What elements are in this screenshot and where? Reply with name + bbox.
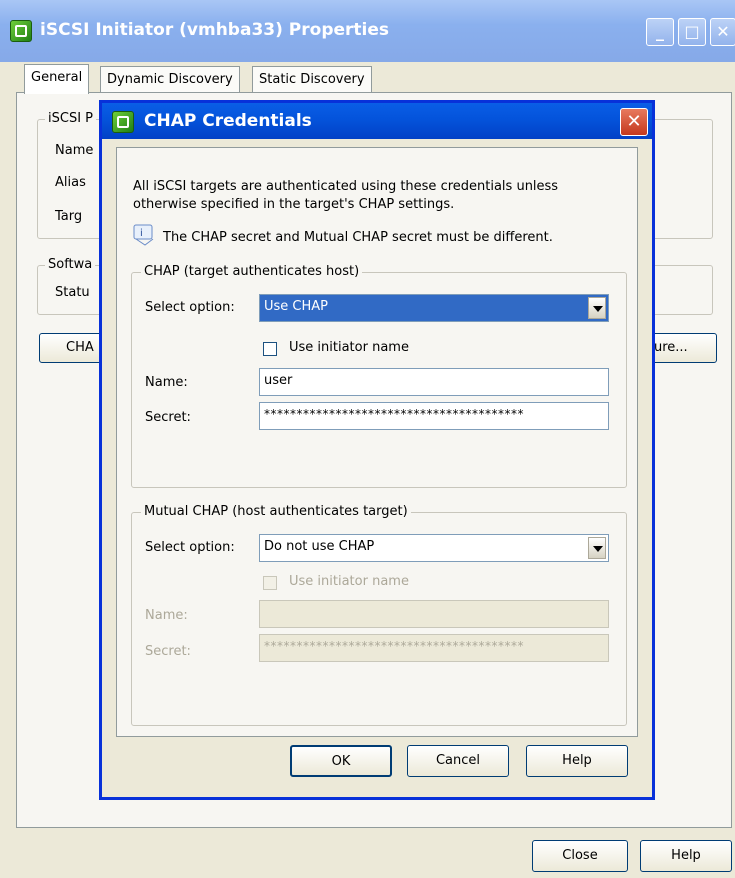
- mutual-chap-group-legend: Mutual CHAP (host authenticates target): [141, 504, 411, 519]
- chap-select[interactable]: Use CHAP: [259, 294, 609, 322]
- initiator-properties-legend: iSCSI P: [45, 111, 96, 126]
- mutual-use-initiator-checkbox: [263, 576, 277, 590]
- mutual-secret-label: Secret:: [145, 644, 191, 659]
- tab-static-discovery[interactable]: Static Discovery: [252, 66, 372, 92]
- chap-select-value: Use CHAP: [264, 299, 329, 314]
- chap-name-label: Name:: [145, 375, 188, 390]
- close-window-icon[interactable]: ✕: [710, 18, 735, 46]
- close-button[interactable]: Close: [532, 840, 628, 872]
- dialog-title: CHAP Credentials: [144, 111, 312, 131]
- app-icon: [10, 20, 32, 42]
- outer-help-button[interactable]: Help: [640, 840, 732, 872]
- mutual-select-value: Do not use CHAP: [264, 539, 375, 554]
- dialog-app-icon: [112, 111, 134, 133]
- mutual-select-label: Select option:: [145, 540, 235, 555]
- ok-button[interactable]: OK: [290, 745, 392, 777]
- chap-group-legend: CHAP (target authenticates host): [141, 264, 363, 279]
- chap-use-initiator-checkbox[interactable]: [263, 342, 277, 356]
- tab-general[interactable]: General: [24, 64, 90, 94]
- minimize-icon[interactable]: _: [646, 18, 674, 46]
- cancel-button[interactable]: Cancel: [407, 745, 509, 777]
- chap-credentials-dialog: CHAP Credentials ✕ All iSCSI targets are…: [99, 100, 655, 800]
- chap-use-initiator-label: Use initiator name: [289, 340, 409, 355]
- mutual-secret-input: ****************************************: [259, 634, 609, 662]
- info-icon: i: [133, 224, 154, 246]
- svg-text:i: i: [140, 228, 143, 239]
- maximize-icon[interactable]: □: [678, 18, 706, 46]
- status-label-partial: Statu: [55, 285, 90, 300]
- dialog-content-panel: All iSCSI targets are authenticated usin…: [116, 147, 638, 737]
- mutual-name-label: Name:: [145, 608, 188, 623]
- dialog-close-icon[interactable]: ✕: [620, 108, 648, 136]
- name-label-partial: Name: [55, 143, 94, 158]
- intro-text: All iSCSI targets are authenticated usin…: [133, 179, 559, 212]
- info-note: The CHAP secret and Mutual CHAP secret m…: [163, 230, 553, 245]
- dialog-help-button[interactable]: Help: [526, 745, 628, 777]
- target-label-partial: Targ: [55, 209, 83, 224]
- chap-secret-input[interactable]: ****************************************: [259, 402, 609, 430]
- tab-dynamic-discovery[interactable]: Dynamic Discovery: [100, 66, 240, 92]
- chevron-down-icon[interactable]: [588, 297, 606, 319]
- mutual-use-initiator-label: Use initiator name: [289, 574, 409, 589]
- dialog-titlebar[interactable]: CHAP Credentials ✕: [102, 103, 652, 139]
- alias-label-partial: Alias: [55, 175, 86, 190]
- chap-secret-label: Secret:: [145, 410, 191, 425]
- mutual-select[interactable]: Do not use CHAP: [259, 534, 609, 562]
- chap-name-input[interactable]: user: [259, 368, 609, 396]
- outer-window-title: iSCSI Initiator (vmhba33) Properties: [40, 20, 389, 40]
- outer-titlebar[interactable]: iSCSI Initiator (vmhba33) Properties _ □…: [0, 0, 735, 62]
- chap-select-label: Select option:: [145, 300, 235, 315]
- chevron-down-icon[interactable]: [588, 537, 606, 559]
- mutual-name-input: [259, 600, 609, 628]
- software-legend: Softwa: [45, 257, 96, 272]
